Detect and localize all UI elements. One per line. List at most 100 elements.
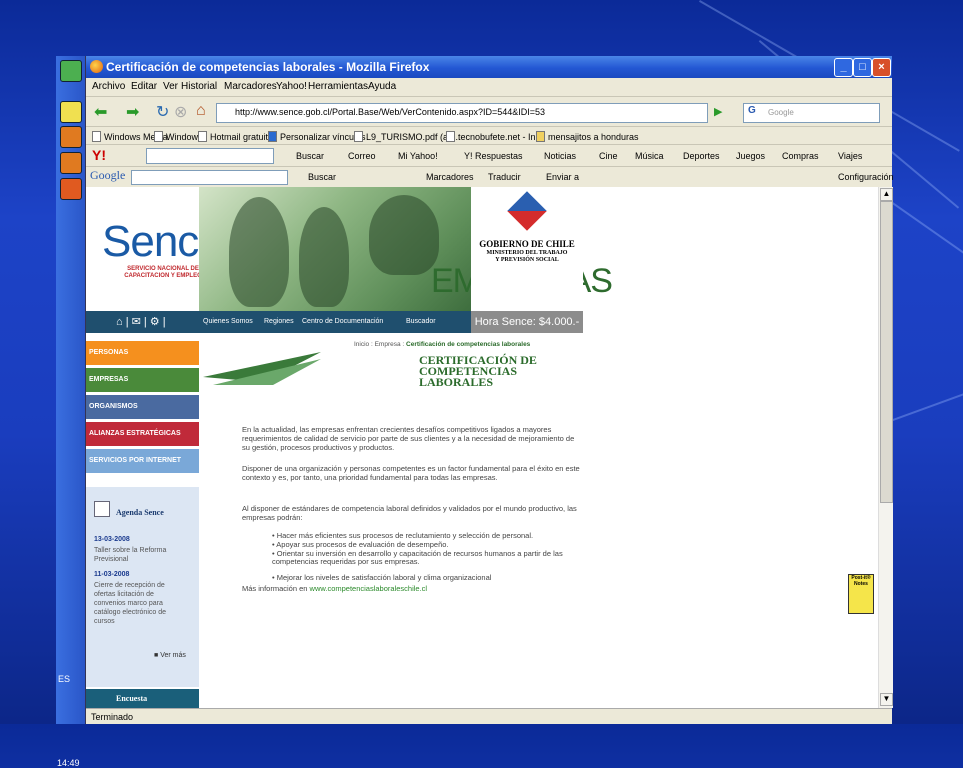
site-banner: Sence SERVICIO NACIONAL DE CAPACITACION … — [86, 187, 613, 333]
language-indicator[interactable]: ES — [58, 674, 70, 684]
menu-marcadores[interactable]: Marcadores — [224, 81, 277, 92]
list-item: • Orientar su inversión en desarrollo y … — [272, 549, 563, 566]
encuesta-header[interactable]: Encuesta — [86, 689, 199, 708]
background-streak — [890, 351, 963, 422]
nav-quienes-somos[interactable]: Quienes Somos — [203, 318, 253, 325]
agenda-text[interactable]: Taller sobre la Reforma Previsional — [94, 546, 182, 564]
google-enviar[interactable]: Enviar a — [546, 172, 579, 182]
list-item: • Mejorar los niveles de satisfacción la… — [272, 573, 492, 582]
yahoo-toolbar: Y! Buscar Correo Mi Yahoo! Y! Respuestas… — [86, 144, 892, 167]
agenda-text[interactable]: Cierre de recepción de ofertas licitació… — [94, 581, 182, 626]
bookmark-mensajitos[interactable]: mensajitos a honduras — [536, 131, 639, 142]
yahoo-musica[interactable]: Música — [635, 151, 664, 161]
menu-archivo[interactable]: Archivo — [92, 81, 125, 92]
hora-sence-badge: Hora Sence: $4.000.- — [471, 311, 583, 333]
yahoo-noticias[interactable]: Noticias — [544, 151, 576, 161]
menu-herramientas[interactable]: Herramientas — [308, 81, 368, 92]
search-input[interactable]: G Google — [743, 103, 880, 123]
menu-alianzas[interactable]: ALIANZAS ESTRATÉGICAS — [86, 422, 199, 446]
page-viewport: Sence SERVICIO NACIONAL DE CAPACITACION … — [86, 187, 878, 708]
nav-buscador[interactable]: Buscador — [406, 318, 436, 325]
powerpoint-icon[interactable] — [60, 178, 82, 200]
yahoo-viajes[interactable]: Viajes — [838, 151, 862, 161]
google-logo[interactable]: Google — [90, 168, 125, 183]
url-text: http://www.sence.gob.cl/Portal.Base/Web/… — [235, 107, 546, 117]
yahoo-deportes[interactable]: Deportes — [683, 151, 720, 161]
paragraph: En la actualidad, las empresas enfrentan… — [242, 425, 575, 452]
calendar-icon — [94, 501, 110, 517]
maximize-button[interactable]: □ — [853, 58, 872, 77]
paragraph: Disponer de una organización y personas … — [242, 464, 580, 482]
yahoo-logo[interactable]: Y! — [92, 147, 106, 163]
google-settings[interactable]: Configuración — [838, 172, 894, 182]
reload-icon[interactable]: ↻ — [156, 102, 169, 122]
navigation-toolbar: ⬅ ➡ ↻ ⊗ ⌂ http://www.sence.gob.cl/Portal… — [86, 96, 892, 127]
back-button[interactable]: ⬅ — [94, 102, 107, 122]
page-icon — [198, 131, 207, 142]
home-icon[interactable]: ⌂ — [196, 102, 206, 120]
menu-yahoo[interactable]: Yahoo! — [276, 81, 307, 92]
yahoo-correo[interactable]: Correo — [348, 151, 376, 161]
menu-organismos[interactable]: ORGANISMOS CAPACITADORES — [86, 395, 199, 434]
msn-icon — [268, 131, 277, 142]
url-bar[interactable]: http://www.sence.gob.cl/Portal.Base/Web/… — [216, 103, 708, 123]
menu-servicios[interactable]: SERVICIOS POR INTERNET — [86, 449, 199, 473]
google-search-button[interactable]: Buscar — [308, 172, 336, 182]
google-search-field[interactable] — [131, 170, 288, 185]
chile-emblem-icon — [507, 191, 547, 231]
bookmark-tecnobufete[interactable]: tecnobufete.net - In... — [446, 131, 543, 142]
agenda-date[interactable]: 13-03-2008 — [94, 536, 130, 543]
yahoo-cine[interactable]: Cine — [599, 151, 618, 161]
close-button[interactable]: × — [872, 58, 891, 77]
go-button[interactable]: ▶ — [714, 105, 722, 118]
taskbar: ES 14:49 — [56, 56, 85, 768]
title-bar[interactable]: Certificación de competencias laborales … — [86, 56, 892, 78]
desktop-icon[interactable] — [60, 101, 82, 123]
google-marcadores[interactable]: Marcadores — [426, 172, 474, 182]
menu-empresas[interactable]: EMPRESAS — [86, 368, 199, 392]
minimize-button[interactable]: _ — [834, 58, 853, 77]
nav-regiones[interactable]: Regiones — [264, 318, 294, 325]
window-title: Certificación de competencias laborales … — [106, 60, 430, 74]
menu-editar[interactable]: Editar — [131, 81, 157, 92]
yahoo-juegos[interactable]: Juegos — [736, 151, 765, 161]
forward-button[interactable]: ➡ — [126, 102, 139, 122]
page-title: CERTIFICACIÓN DE COMPETENCIAS LABORALES — [419, 353, 537, 389]
google-traducir[interactable]: Traducir — [488, 172, 521, 182]
nav-centro-documentacion[interactable]: Centro de Documentación — [302, 318, 383, 325]
menu-ver[interactable]: Ver — [163, 81, 178, 92]
ver-mas-link[interactable]: ■ Ver más — [154, 652, 186, 659]
bookmarks-toolbar: Windows Media Windows Hotmail gratuito P… — [86, 126, 892, 145]
yahoo-mi-yahoo[interactable]: Mi Yahoo! — [398, 151, 438, 161]
scroll-up-button[interactable]: ▲ — [880, 188, 893, 201]
yahoo-compras[interactable]: Compras — [782, 151, 819, 161]
bookmark-windows[interactable]: Windows — [154, 131, 203, 142]
menu-personas[interactable]: PERSONAS — [86, 341, 199, 365]
firefox-task-icon[interactable] — [60, 126, 82, 148]
page-icon — [354, 131, 363, 142]
bookmark-l9-turismo[interactable]: L9_TURISMO.pdf (ap... — [354, 131, 461, 142]
scroll-down-button[interactable]: ▼ — [880, 693, 893, 706]
vertical-scrollbar[interactable]: ▲ ▼ — [878, 187, 893, 708]
yahoo-respuestas[interactable]: Y! Respuestas — [464, 151, 523, 161]
yahoo-search-field[interactable] — [146, 148, 274, 164]
scroll-thumb[interactable] — [880, 201, 893, 503]
menu-ayuda[interactable]: Ayuda — [368, 81, 396, 92]
menu-historial[interactable]: Historial — [181, 81, 217, 92]
home-mail-sitemap-icons[interactable]: ⌂ | ✉ | ⚙ | — [116, 315, 166, 328]
bookmark-personalizar[interactable]: Personalizar vínculos — [268, 131, 366, 142]
postit-notes-icon[interactable]: Post-it® Notes — [848, 574, 874, 614]
stop-icon[interactable]: ⊗ — [174, 102, 187, 122]
start-icon[interactable] — [60, 60, 82, 82]
breadcrumb[interactable]: Inicio : Empresa : Certificación de comp… — [354, 341, 530, 348]
gobierno-logo: GOBIERNO DE CHILE MINISTERIO DEL TRABAJO… — [471, 187, 583, 311]
agenda-date[interactable]: 11-03-2008 — [94, 571, 129, 578]
competencias-link[interactable]: www.competenciaslaboraleschile.cl — [310, 584, 428, 593]
bookmark-hotmail[interactable]: Hotmail gratuito — [198, 131, 273, 142]
person-silhouette — [299, 207, 349, 307]
search-placeholder: Google — [768, 108, 794, 117]
site-nav: ⌂ | ✉ | ⚙ | Quienes Somos Regiones Centr… — [86, 311, 583, 333]
yahoo-search-button[interactable]: Buscar — [296, 151, 324, 161]
status-bar: Terminado — [86, 708, 892, 725]
firefox-task-icon-2[interactable] — [60, 152, 82, 174]
